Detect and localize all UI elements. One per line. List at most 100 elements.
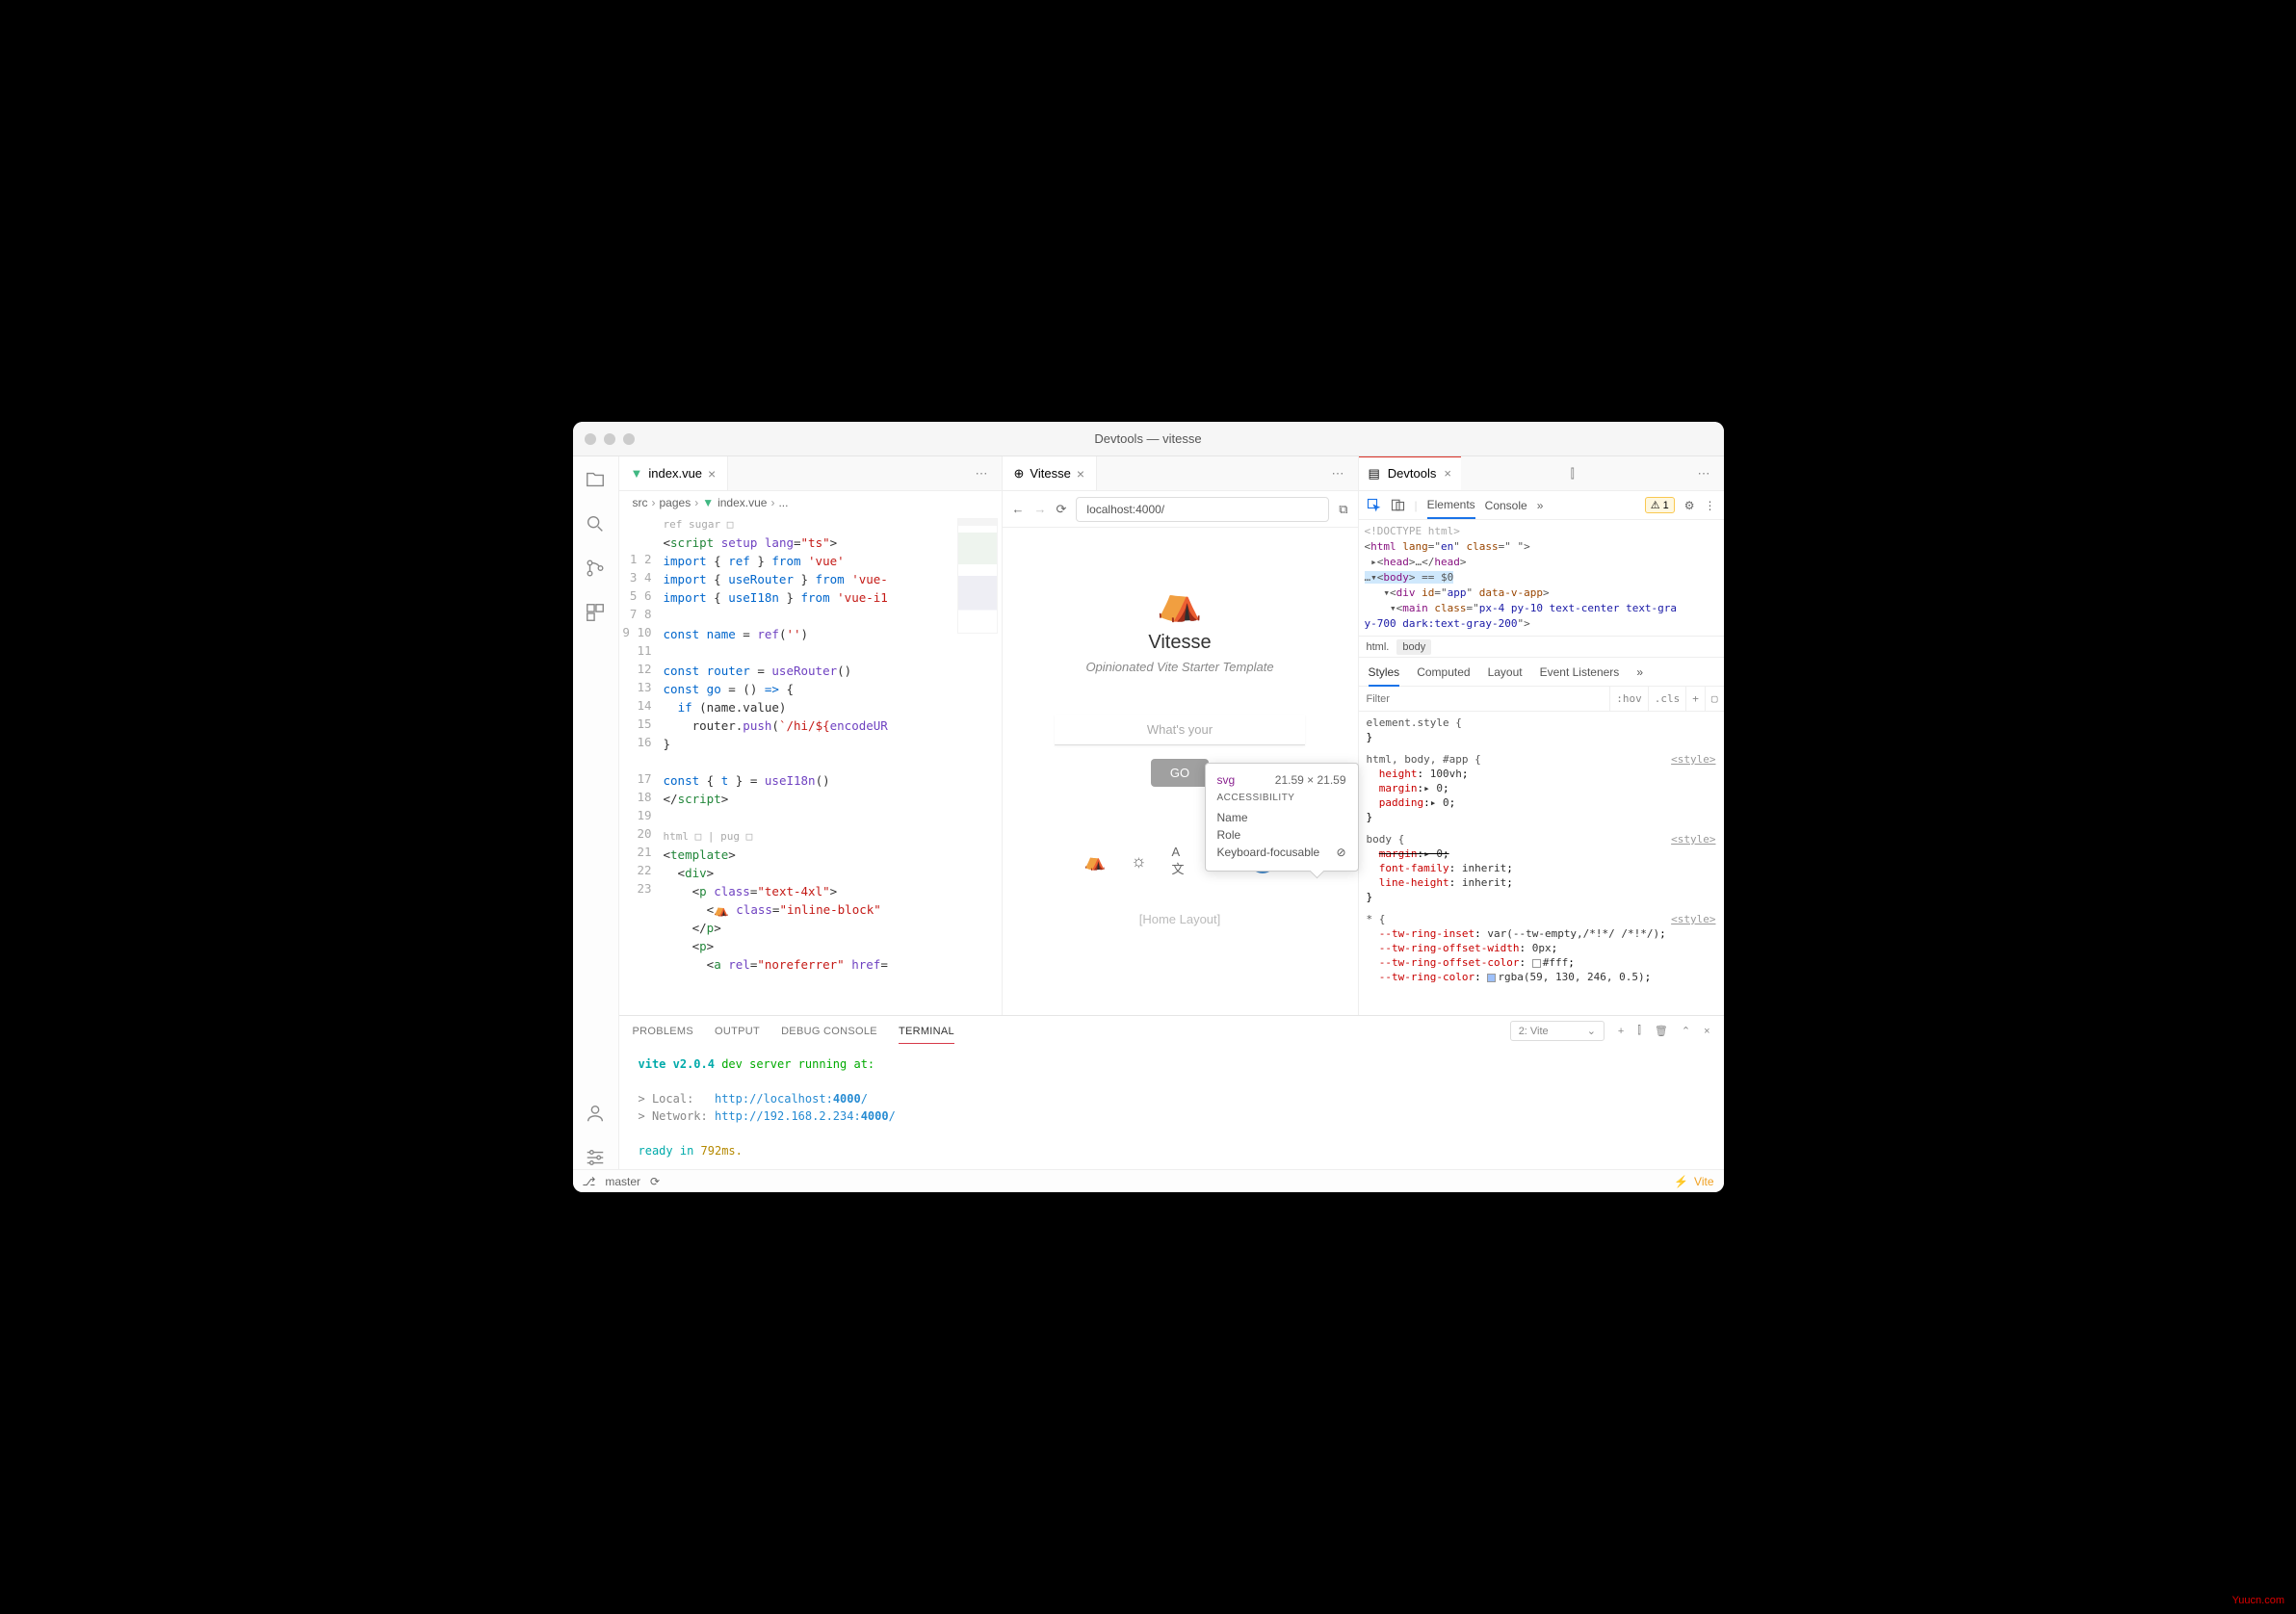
tooltip-dimensions: 21.59 × 21.59 bbox=[1275, 773, 1346, 787]
close-dot[interactable] bbox=[585, 433, 596, 445]
close-icon[interactable]: × bbox=[708, 466, 716, 482]
layout-label: [Home Layout] bbox=[1139, 912, 1221, 926]
warning-badge[interactable]: ⚠ 1 bbox=[1645, 497, 1675, 513]
dom-tree[interactable]: <!DOCTYPE html> <html lang="en" class=" … bbox=[1359, 520, 1724, 637]
styles-pane[interactable]: element.style {} <style>html, body, #app… bbox=[1359, 712, 1724, 1015]
console-tab[interactable]: Console bbox=[1485, 499, 1527, 512]
close-panel-icon[interactable]: × bbox=[1704, 1026, 1709, 1037]
tab-label: index.vue bbox=[648, 466, 702, 481]
url-input[interactable]: localhost:4000/ bbox=[1076, 497, 1329, 522]
computed-tab[interactable]: Computed bbox=[1417, 665, 1470, 679]
status-bar: ⎇ master ⟳ ⚡ Vite bbox=[573, 1169, 1724, 1192]
layout-tab[interactable]: Layout bbox=[1488, 665, 1523, 679]
browser-toolbar: ← → ⟳ localhost:4000/ ⧉ bbox=[1003, 491, 1358, 528]
file-icon: ▤ bbox=[1369, 466, 1380, 482]
search-icon[interactable] bbox=[584, 512, 607, 535]
traffic-lights bbox=[585, 433, 635, 445]
tooltip-role-row: Role bbox=[1217, 826, 1346, 844]
source-control-icon[interactable] bbox=[584, 557, 607, 580]
more-tabs-icon[interactable]: » bbox=[1636, 665, 1643, 679]
extensions-icon[interactable] bbox=[584, 601, 607, 624]
main-area: ▼ index.vue × ⋯ src› pages› ▼ index.vue›… bbox=[573, 456, 1724, 1169]
vue-icon: ▼ bbox=[631, 466, 643, 481]
maximize-panel-icon[interactable]: ⌃ bbox=[1682, 1025, 1690, 1037]
tooltip-name-row: Name bbox=[1217, 809, 1346, 826]
sync-icon[interactable]: ⟳ bbox=[650, 1175, 660, 1188]
tab-overflow-icon[interactable]: ⋯ bbox=[1318, 466, 1358, 482]
close-icon[interactable]: × bbox=[1077, 466, 1084, 482]
terminal-output[interactable]: vite v2.0.4 dev server running at: > Loc… bbox=[619, 1046, 1724, 1169]
breadcrumb[interactable]: src› pages› ▼ index.vue› ... bbox=[619, 491, 1002, 514]
split-terminal-icon[interactable]: ⫿ bbox=[1637, 1025, 1641, 1037]
sun-icon[interactable]: ☼ bbox=[1131, 851, 1147, 872]
back-icon[interactable]: ← bbox=[1012, 502, 1025, 516]
more-tabs-icon[interactable]: » bbox=[1537, 499, 1544, 512]
gear-icon[interactable]: ⚙ bbox=[1684, 499, 1695, 512]
close-icon[interactable]: × bbox=[1444, 466, 1451, 481]
branch-name[interactable]: master bbox=[605, 1175, 640, 1188]
devtools-tabs: ▤ Devtools × ⫿ ⋯ bbox=[1359, 456, 1724, 491]
device-toolbar-icon[interactable] bbox=[1391, 498, 1405, 512]
name-input[interactable]: What's your bbox=[1055, 715, 1305, 745]
activity-bar bbox=[573, 456, 619, 1169]
tab-vitesse[interactable]: ⊕ Vitesse × bbox=[1003, 456, 1098, 490]
vite-status[interactable]: ⚡ Vite bbox=[1674, 1175, 1713, 1188]
preview-column: ⊕ Vitesse × ⋯ ← → ⟳ localhost:4000/ ⧉ bbox=[1002, 456, 1358, 1015]
preview-viewport: ⛺ Vitesse Opinionated Vite Starter Templ… bbox=[1003, 528, 1358, 1015]
explorer-icon[interactable] bbox=[584, 468, 607, 491]
kill-terminal-icon[interactable]: 🗑 bbox=[1655, 1025, 1668, 1037]
terminal-tab[interactable]: TERMINAL bbox=[899, 1026, 954, 1044]
go-button[interactable]: GO bbox=[1151, 759, 1209, 787]
minimize-dot[interactable] bbox=[604, 433, 615, 445]
titlebar: Devtools — vitesse bbox=[573, 422, 1724, 456]
tent-icon: ⛺ bbox=[1157, 582, 1202, 624]
tab-devtools[interactable]: ▤ Devtools × bbox=[1359, 456, 1461, 490]
editor-tabs: ▼ index.vue × ⋯ bbox=[619, 456, 1002, 491]
output-tab[interactable]: OUTPUT bbox=[715, 1026, 760, 1037]
settings-icon[interactable] bbox=[584, 1146, 607, 1169]
watermark: Yuucn.com bbox=[2232, 1595, 2284, 1606]
dom-breadcrumb[interactable]: html. body bbox=[1359, 637, 1724, 658]
inspect-tooltip: svg 21.59 × 21.59 ACCESSIBILITY Name Rol… bbox=[1205, 763, 1359, 872]
zoom-dot[interactable] bbox=[623, 433, 635, 445]
styles-tab[interactable]: Styles bbox=[1369, 665, 1400, 687]
code-content[interactable]: ref sugar □ <script setup lang="ts"> imp… bbox=[664, 514, 1002, 1015]
devtools-column: ▤ Devtools × ⫿ ⋯ | Elements Console » bbox=[1358, 456, 1724, 1015]
tooltip-section-header: ACCESSIBILITY bbox=[1217, 793, 1346, 803]
bottom-panel: PROBLEMS OUTPUT DEBUG CONSOLE TERMINAL 2… bbox=[619, 1015, 1724, 1169]
account-icon[interactable] bbox=[584, 1102, 607, 1125]
tooltip-kbd-row: Keyboard-focusable⊘ bbox=[1217, 844, 1346, 861]
elements-tab[interactable]: Elements bbox=[1427, 498, 1475, 519]
window-title: Devtools — vitesse bbox=[1094, 431, 1201, 446]
terminal-selector[interactable]: 2: Vite⌄ bbox=[1510, 1021, 1605, 1041]
toggle-sidebar-icon[interactable]: ▢ bbox=[1705, 687, 1724, 711]
bolt-icon: ⚡ bbox=[1674, 1175, 1688, 1188]
tab-overflow-icon[interactable]: ⋯ bbox=[962, 466, 1002, 482]
branch-icon[interactable]: ⎇ bbox=[583, 1175, 596, 1188]
styles-filter-input[interactable] bbox=[1359, 693, 1610, 705]
editor-group: ▼ index.vue × ⋯ src› pages› ▼ index.vue›… bbox=[619, 456, 1724, 1169]
tab-index-vue[interactable]: ▼ index.vue × bbox=[619, 456, 729, 490]
styles-filter-row: :hov .cls + ▢ bbox=[1359, 687, 1724, 712]
open-external-icon[interactable]: ⧉ bbox=[1339, 502, 1347, 517]
language-icon[interactable]: A文 bbox=[1171, 845, 1184, 877]
reload-icon[interactable]: ⟳ bbox=[1057, 502, 1067, 517]
inspect-element-icon[interactable] bbox=[1367, 498, 1381, 512]
add-rule-icon[interactable]: + bbox=[1685, 687, 1705, 711]
split-editor-icon[interactable]: ⫿ bbox=[1557, 466, 1588, 482]
tent-small-icon[interactable]: ⛺ bbox=[1084, 851, 1106, 872]
devtools-toolbar: | Elements Console » ⚠ 1 ⚙ ⋮ bbox=[1359, 491, 1724, 520]
kebab-icon[interactable]: ⋮ bbox=[1705, 499, 1716, 512]
hov-toggle[interactable]: :hov bbox=[1609, 687, 1648, 711]
preview-title: Vitesse bbox=[1148, 632, 1211, 654]
new-terminal-icon[interactable]: + bbox=[1618, 1026, 1624, 1037]
cls-toggle[interactable]: .cls bbox=[1648, 687, 1686, 711]
tab-overflow-icon[interactable]: ⋯ bbox=[1683, 466, 1723, 482]
code-editor[interactable]: 1 2 3 4 5 6 7 8 9 10 11 12 13 14 15 16 1… bbox=[619, 514, 1002, 1015]
line-gutter: 1 2 3 4 5 6 7 8 9 10 11 12 13 14 15 16 1… bbox=[619, 514, 664, 1015]
minimap[interactable] bbox=[957, 518, 998, 634]
problems-tab[interactable]: PROBLEMS bbox=[633, 1026, 694, 1037]
debug-console-tab[interactable]: DEBUG CONSOLE bbox=[781, 1026, 877, 1037]
forward-icon[interactable]: → bbox=[1034, 502, 1047, 516]
events-tab[interactable]: Event Listeners bbox=[1540, 665, 1620, 679]
